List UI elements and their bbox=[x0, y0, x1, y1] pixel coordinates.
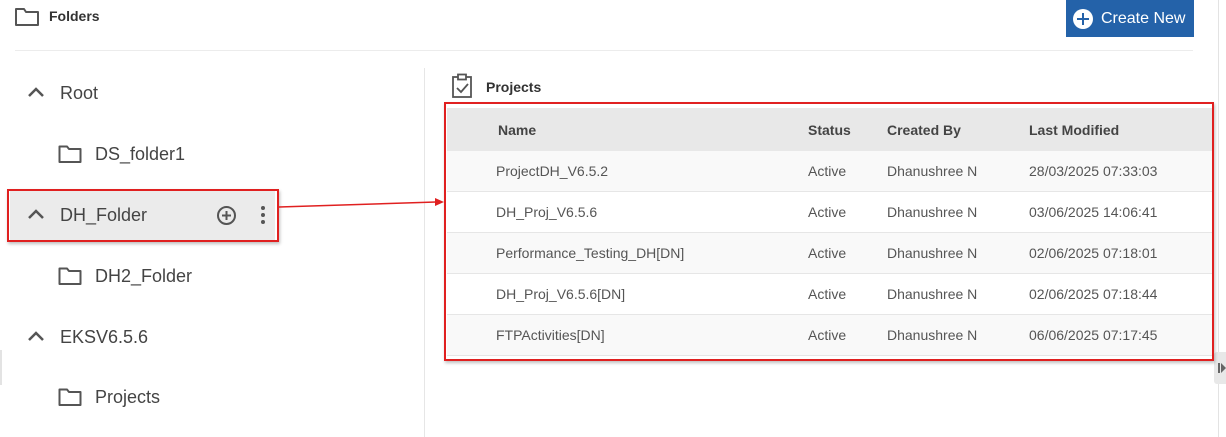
cell-status: Active bbox=[808, 245, 847, 261]
tree-item-ds-folder1[interactable]: DS_folder1 bbox=[10, 129, 275, 179]
column-header-created-by[interactable]: Created By bbox=[887, 122, 961, 138]
tree-item-dh-folder[interactable]: DH_Folder bbox=[10, 190, 275, 240]
clipboard-check-icon bbox=[452, 73, 472, 98]
column-header-last-modified[interactable]: Last Modified bbox=[1029, 122, 1119, 138]
folders-header: Folders Create New bbox=[0, 0, 1226, 50]
pane-divider bbox=[424, 68, 425, 437]
cell-last-modified: 03/06/2025 14:06:41 bbox=[1029, 204, 1158, 220]
table-header: Name Status Created By Last Modified bbox=[447, 108, 1212, 151]
folder-icon bbox=[58, 267, 82, 285]
tree-item-eksv656[interactable]: EKSV6.5.6 bbox=[10, 312, 275, 362]
panel-collapse-handle[interactable] bbox=[1214, 352, 1226, 384]
chevron-up-icon[interactable] bbox=[27, 208, 45, 220]
folder-icon bbox=[58, 388, 82, 406]
table-row[interactable]: DH_Proj_V6.5.6[DN] Active Dhanushree N 0… bbox=[447, 274, 1212, 315]
cell-name[interactable]: FTPActivities[DN] bbox=[496, 327, 605, 343]
header-divider bbox=[15, 50, 1193, 51]
table-row[interactable]: DH_Proj_V6.5.6 Active Dhanushree N 03/06… bbox=[447, 192, 1212, 233]
folder-icon bbox=[58, 145, 82, 163]
chevron-up-icon[interactable] bbox=[27, 86, 45, 98]
cell-created-by: Dhanushree N bbox=[887, 245, 978, 261]
projects-table: Name Status Created By Last Modified Pro… bbox=[447, 108, 1212, 356]
tree-item-projects[interactable]: Projects bbox=[10, 372, 275, 422]
cell-name[interactable]: Performance_Testing_DH[DN] bbox=[496, 245, 684, 261]
table-row[interactable]: FTPActivities[DN] Active Dhanushree N 06… bbox=[447, 315, 1212, 356]
cell-created-by: Dhanushree N bbox=[887, 286, 978, 302]
plus-circle-icon bbox=[1073, 8, 1093, 29]
cell-status: Active bbox=[808, 286, 847, 302]
cell-created-by: Dhanushree N bbox=[887, 327, 978, 343]
tree-item-root[interactable]: Root bbox=[10, 68, 275, 118]
tree-item-label: DH_Folder bbox=[60, 204, 148, 225]
cell-last-modified: 02/06/2025 07:18:44 bbox=[1029, 286, 1158, 302]
cell-status: Active bbox=[808, 204, 847, 220]
table-row[interactable]: Performance_Testing_DH[DN] Active Dhanus… bbox=[447, 233, 1212, 274]
panel-title: Projects bbox=[486, 79, 542, 95]
cell-last-modified: 28/03/2025 07:33:03 bbox=[1029, 163, 1158, 179]
cell-status: Active bbox=[808, 327, 847, 343]
cell-last-modified: 06/06/2025 07:17:45 bbox=[1029, 327, 1158, 343]
chevron-up-icon[interactable] bbox=[27, 330, 45, 342]
more-vertical-icon[interactable] bbox=[260, 205, 266, 225]
cell-last-modified: 02/06/2025 07:18:01 bbox=[1029, 245, 1158, 261]
cell-name[interactable]: DH_Proj_V6.5.6[DN] bbox=[496, 286, 625, 302]
cell-created-by: Dhanushree N bbox=[887, 204, 978, 220]
cell-created-by: Dhanushree N bbox=[887, 163, 978, 179]
column-header-status[interactable]: Status bbox=[808, 122, 851, 138]
create-new-label: Create New bbox=[1101, 9, 1186, 27]
add-circle-icon[interactable] bbox=[216, 205, 237, 226]
column-header-name[interactable]: Name bbox=[498, 122, 536, 138]
folder-icon bbox=[15, 8, 39, 26]
create-new-button[interactable]: Create New bbox=[1066, 0, 1194, 37]
tree-item-label: Root bbox=[60, 82, 99, 103]
tree-item-label: EKSV6.5.6 bbox=[60, 326, 149, 347]
cell-status: Active bbox=[808, 163, 847, 179]
tree-item-label: DH2_Folder bbox=[95, 265, 193, 286]
table-row[interactable]: ProjectDH_V6.5.2 Active Dhanushree N 28/… bbox=[447, 151, 1212, 192]
tree-item-label: DS_folder1 bbox=[95, 143, 186, 164]
cell-name[interactable]: ProjectDH_V6.5.2 bbox=[496, 163, 608, 179]
cell-name[interactable]: DH_Proj_V6.5.6 bbox=[496, 204, 597, 220]
page-title: Folders bbox=[49, 8, 100, 24]
tree-item-dh2-folder[interactable]: DH2_Folder bbox=[10, 251, 275, 301]
tree-item-label: Projects bbox=[95, 386, 161, 407]
left-edge-handle[interactable] bbox=[0, 350, 2, 385]
table-body: ProjectDH_V6.5.2 Active Dhanushree N 28/… bbox=[447, 151, 1212, 356]
